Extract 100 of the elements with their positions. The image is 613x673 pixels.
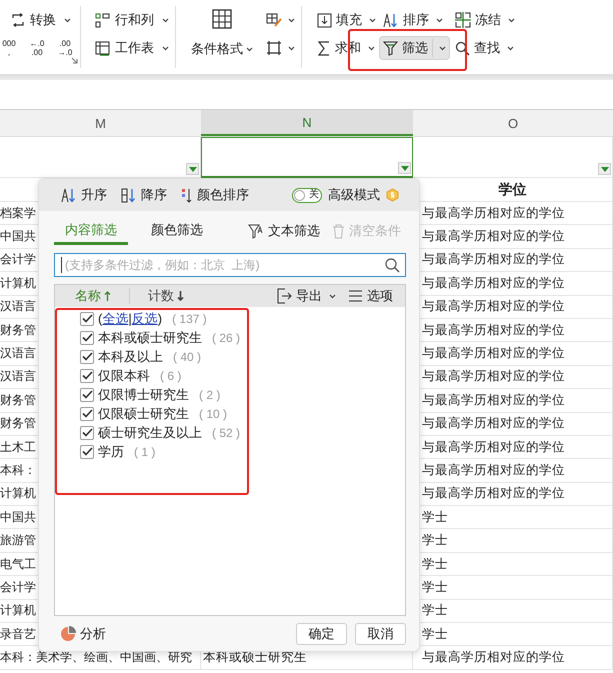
checkbox[interactable]	[80, 350, 94, 364]
caret-icon	[439, 46, 446, 50]
table-cell: 学士	[422, 556, 448, 573]
table-cell: 学士	[422, 508, 448, 526]
item-count: ( 52 )	[212, 426, 240, 440]
sigma-icon	[317, 40, 331, 56]
table-cell: 与最高学历相对应的学位	[422, 251, 565, 268]
rows-columns-button[interactable]: 行和列	[95, 8, 169, 32]
worksheet-icon	[95, 40, 110, 56]
item-count: ( 2 )	[199, 388, 220, 402]
premium-badge-icon	[386, 188, 399, 202]
table-cell: 学士	[422, 602, 448, 620]
table-cell: 汉语言	[0, 345, 36, 362]
caret-icon	[507, 46, 514, 50]
item-label: 硕士研究生及以上	[98, 424, 202, 442]
item-count: ( 6 )	[160, 368, 182, 382]
search-field[interactable]: (支持多条件过滤，例如：北京 上海)	[54, 253, 406, 277]
filter-dropdown-button[interactable]	[186, 163, 199, 175]
table-cell: 计算机	[0, 274, 36, 292]
border-icon	[266, 40, 282, 56]
caret-icon	[508, 18, 515, 22]
analyze-button[interactable]: 分析	[60, 624, 106, 642]
table-cell: 土木工	[0, 438, 36, 456]
name-sort-header[interactable]: 名称	[75, 287, 111, 305]
triangle-down-icon	[188, 166, 196, 172]
table-cell: 与最高学历相对应的学位	[422, 392, 565, 409]
advanced-mode-label: 高级模式	[328, 186, 380, 204]
column-header[interactable]: M	[0, 110, 201, 136]
checkbox[interactable]	[80, 388, 94, 402]
checkbox[interactable]	[80, 312, 94, 326]
item-label: 仅限博士研究生	[98, 386, 189, 404]
checkbox[interactable]	[80, 426, 94, 440]
ribbon-tool-button[interactable]: 排序	[379, 8, 447, 32]
caret-icon	[369, 18, 376, 22]
column-header[interactable]: O	[413, 110, 613, 136]
triangle-down-icon	[600, 166, 608, 172]
color-sort-icon	[181, 188, 193, 202]
item-label: 学历	[98, 442, 124, 460]
checkbox[interactable]	[80, 406, 94, 420]
dialog-button[interactable]: 确定	[296, 622, 347, 644]
item-count: ( 40 )	[173, 350, 202, 364]
caret-icon	[162, 46, 169, 50]
caret-icon	[288, 46, 295, 50]
table-cell: 中国共	[0, 508, 36, 526]
table-cell: 财务管	[0, 415, 36, 432]
table-cell: 学士	[422, 626, 448, 643]
checkbox[interactable]	[80, 368, 94, 382]
text-filter-button[interactable]: 文本筛选	[248, 217, 320, 245]
bracket-text: )	[158, 311, 162, 326]
sort-descending-icon	[121, 188, 137, 202]
export-button[interactable]: 导出	[276, 287, 336, 305]
dialog-button[interactable]: 取消	[355, 622, 406, 644]
table-cell: 与最高学历相对应的学位	[422, 649, 565, 666]
ribbon-tool-button[interactable]: 冻结	[451, 8, 519, 32]
table-cell: 电气工	[0, 556, 36, 573]
item-count: ( 1 )	[134, 444, 156, 458]
ribbon-tool-button[interactable]: 填充	[313, 8, 380, 32]
checkbox[interactable]	[80, 444, 94, 458]
filter-tab[interactable]: 内容筛选	[54, 217, 128, 245]
select-all-link[interactable]: 全选	[102, 310, 128, 328]
filter-icon	[383, 40, 398, 56]
column-header[interactable]: N	[201, 110, 413, 136]
number-format-button[interactable]: 000 ,	[0, 39, 18, 57]
triangle-down-icon	[400, 166, 408, 170]
text-filter-icon	[248, 223, 264, 239]
table-cell: 与最高学历相对应的学位	[422, 274, 565, 292]
sort-ascending-icon	[61, 188, 77, 202]
item-label: 本科及以上	[98, 348, 163, 366]
worksheet-button[interactable]: 工作表	[95, 36, 169, 60]
sort-button[interactable]: 颜色排序	[181, 186, 249, 204]
number-format-button[interactable]: ←.0 .00	[28, 39, 46, 57]
filter-dropdown-button[interactable]	[398, 162, 411, 174]
ribbon-tool-button[interactable]: 查找	[451, 36, 518, 60]
sort-button[interactable]: 升序	[61, 186, 107, 204]
convert-button[interactable]: 转换	[11, 8, 71, 32]
sort-button[interactable]: 降序	[121, 186, 167, 204]
conditional-format-button[interactable]: 条件格式	[182, 6, 262, 68]
toggle-switch[interactable]: 关	[292, 188, 322, 202]
table-cell: 档案学	[0, 204, 36, 222]
menu-icon	[348, 290, 363, 302]
swap-arrows-icon	[11, 13, 25, 27]
options-button[interactable]: 选项	[348, 287, 393, 305]
table-cell: 会计学	[0, 251, 36, 268]
table-cell: 与最高学历相对应的学位	[422, 415, 565, 432]
table-cell: 与最高学历相对应的学位	[422, 345, 565, 362]
ribbon-tool-button[interactable]: 筛选	[379, 36, 450, 60]
count-sort-header[interactable]: 计数	[148, 287, 184, 305]
fill-down-icon	[317, 12, 332, 28]
dialog-launcher-icon[interactable]	[71, 57, 78, 64]
filter-dropdown-button[interactable]	[598, 163, 611, 175]
table-cell: 会计学	[0, 578, 36, 596]
table-brush-icon	[266, 12, 282, 28]
caret-icon	[64, 18, 71, 22]
number-format-button[interactable]: .00 →.0	[56, 39, 74, 57]
table-cell: 计算机	[0, 602, 36, 620]
caret-icon	[288, 18, 295, 22]
checkbox[interactable]	[80, 330, 94, 344]
table-cell: 与最高学历相对应的学位	[422, 298, 565, 316]
filter-tab[interactable]: 颜色筛选	[140, 217, 214, 245]
invert-selection-link[interactable]: 反选	[132, 310, 158, 328]
